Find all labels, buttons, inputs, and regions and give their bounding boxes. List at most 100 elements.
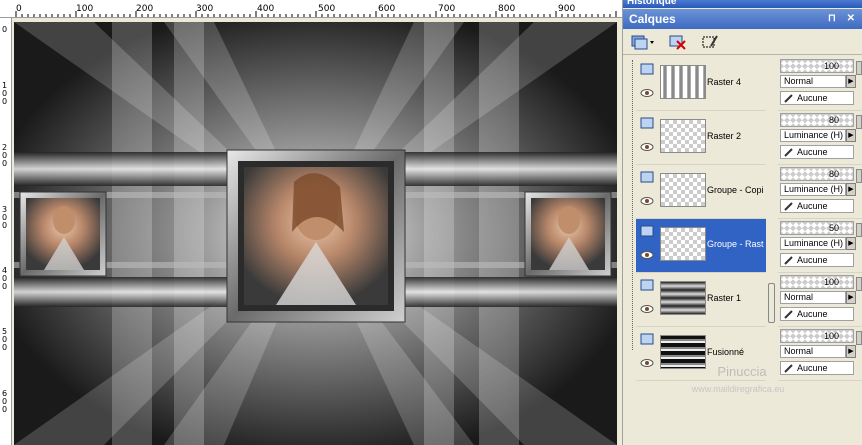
layers-toolbar (623, 29, 862, 55)
opacity-slider[interactable]: 50 (780, 221, 854, 235)
ruler-label: 3 0 0 (2, 205, 8, 230)
watermark-url: www.maildiregrafica.eu (691, 384, 785, 394)
blend-mode-arrow-icon[interactable]: ▶ (846, 75, 856, 88)
layers-panel-title: Calques (629, 12, 676, 26)
layer-type-icon (640, 333, 654, 345)
blend-mode-select[interactable]: Normal (780, 291, 846, 304)
ruler-label: 6 0 0 (2, 389, 8, 414)
layer-type-icon (640, 63, 654, 75)
opacity-slider[interactable]: 100 (780, 275, 854, 289)
layer-icons (640, 225, 656, 269)
layer-thumbnail (660, 281, 706, 315)
mask-label: Aucune (797, 93, 828, 103)
mask-label: Aucune (797, 309, 828, 319)
mask-label: Aucune (797, 147, 828, 157)
mask-field[interactable]: Aucune (780, 253, 854, 267)
artwork (14, 22, 617, 445)
horizontal-ruler: 0 100 200 300 400 500 600 700 800 900 (0, 0, 622, 18)
layer-row[interactable]: Groupe - Rast (636, 219, 766, 273)
blend-mode-arrow-icon[interactable]: ▶ (846, 345, 856, 358)
lock-toggle[interactable] (856, 169, 862, 183)
blend-mode-arrow-icon[interactable]: ▶ (846, 129, 856, 142)
mask-field[interactable]: Aucune (780, 307, 854, 321)
edit-selection-icon (702, 35, 718, 48)
layer-row[interactable]: Raster 1 (636, 273, 766, 327)
history-panel-titlebar[interactable]: Historique (623, 0, 862, 8)
delete-layer-button[interactable] (667, 32, 689, 52)
layer-name: Raster 2 (707, 131, 742, 141)
opacity-slider[interactable]: 80 (780, 167, 854, 181)
opacity-slider[interactable]: 100 (780, 59, 854, 73)
mask-field[interactable]: Aucune (780, 199, 854, 213)
layer-icons (640, 63, 656, 107)
layer-icons (640, 171, 656, 215)
layer-properties: 80 Luminance (H) ▶ Aucune (778, 111, 862, 165)
layer-type-icon (640, 225, 654, 237)
layer-properties: 100 Normal ▶ Aucune (778, 57, 862, 111)
new-layer-icon (631, 35, 654, 50)
ruler-label: 1 0 0 (2, 81, 8, 106)
pin-icon[interactable]: ⊓ ✕ (828, 9, 859, 29)
layer-icons (640, 117, 656, 161)
mask-field[interactable]: Aucune (780, 91, 854, 105)
watermark-name: Pinuccia (717, 364, 767, 379)
brush-icon (784, 202, 793, 211)
layer-name: Fusionné (707, 347, 745, 357)
visibility-eye-pupil (645, 145, 649, 149)
lock-toggle[interactable] (856, 115, 862, 129)
mask-label: Aucune (797, 201, 828, 211)
delete-layer-icon (669, 35, 686, 50)
brush-icon (784, 256, 793, 265)
layer-row[interactable]: Raster 4 (636, 57, 766, 111)
edit-selection-button[interactable] (699, 32, 721, 52)
blend-mode-select[interactable]: Luminance (H) (780, 237, 846, 250)
opacity-slider[interactable]: 80 (780, 113, 854, 127)
ruler-ticks (15, 11, 617, 17)
layer-row[interactable]: Raster 2 (636, 111, 766, 165)
lock-toggle[interactable] (856, 277, 862, 291)
layer-icons (640, 279, 656, 323)
blend-mode-select[interactable]: Luminance (H) (780, 129, 846, 142)
blend-mode-select[interactable]: Luminance (H) (780, 183, 846, 196)
lock-toggle[interactable] (856, 61, 862, 75)
layer-row[interactable]: Groupe - Copi (636, 165, 766, 219)
canvas-image[interactable] (14, 22, 617, 445)
opacity-slider[interactable]: 100 (780, 329, 854, 343)
layer-name: Groupe - Rast (707, 239, 764, 249)
opacity-value: 100 (823, 331, 839, 341)
blend-mode-select[interactable]: Normal (780, 75, 846, 88)
blend-mode-select[interactable]: Normal (780, 345, 846, 358)
layer-type-icon (640, 171, 654, 183)
canvas-pane: 0 100 200 300 400 500 600 700 800 900 0 … (0, 0, 622, 445)
layer-type-icon (640, 279, 654, 291)
blend-mode-arrow-icon[interactable]: ▶ (846, 291, 856, 304)
new-layer-button[interactable] (629, 32, 657, 52)
layer-properties: 100 Normal ▶ Aucune (778, 273, 862, 327)
opacity-value: 80 (828, 169, 839, 179)
vertical-ruler: 0 1 0 0 2 0 0 3 0 0 4 0 0 5 0 0 6 0 0 (0, 18, 12, 445)
layer-name: Groupe - Copi (707, 185, 764, 195)
blend-mode-arrow-icon[interactable]: ▶ (846, 183, 856, 196)
layer-type-icon (640, 117, 654, 129)
blend-mode-arrow-icon[interactable]: ▶ (846, 237, 856, 250)
ruler-label: 4 0 0 (2, 266, 8, 291)
ruler-label: 5 0 0 (2, 327, 8, 352)
brush-icon (784, 310, 793, 319)
layer-thumbnail (660, 173, 706, 207)
lock-toggle[interactable] (856, 223, 862, 237)
opacity-value: 100 (823, 277, 839, 287)
opacity-value: 80 (828, 115, 839, 125)
mask-label: Aucune (797, 255, 828, 265)
visibility-eye-pupil (645, 307, 649, 311)
panel-splitter-handle[interactable] (768, 283, 775, 323)
ruler-label: 2 0 0 (2, 143, 8, 168)
layers-panel-titlebar[interactable]: Calques ⊓ ✕ (623, 9, 862, 29)
visibility-eye-pupil (645, 199, 649, 203)
layer-properties: 50 Luminance (H) ▶ Aucune (778, 219, 862, 273)
layer-thumbnail (660, 227, 706, 261)
opacity-value: 100 (823, 61, 839, 71)
layer-name: Raster 4 (707, 77, 742, 87)
lock-toggle[interactable] (856, 331, 862, 345)
layer-name: Raster 1 (707, 293, 742, 303)
mask-field[interactable]: Aucune (780, 145, 854, 159)
